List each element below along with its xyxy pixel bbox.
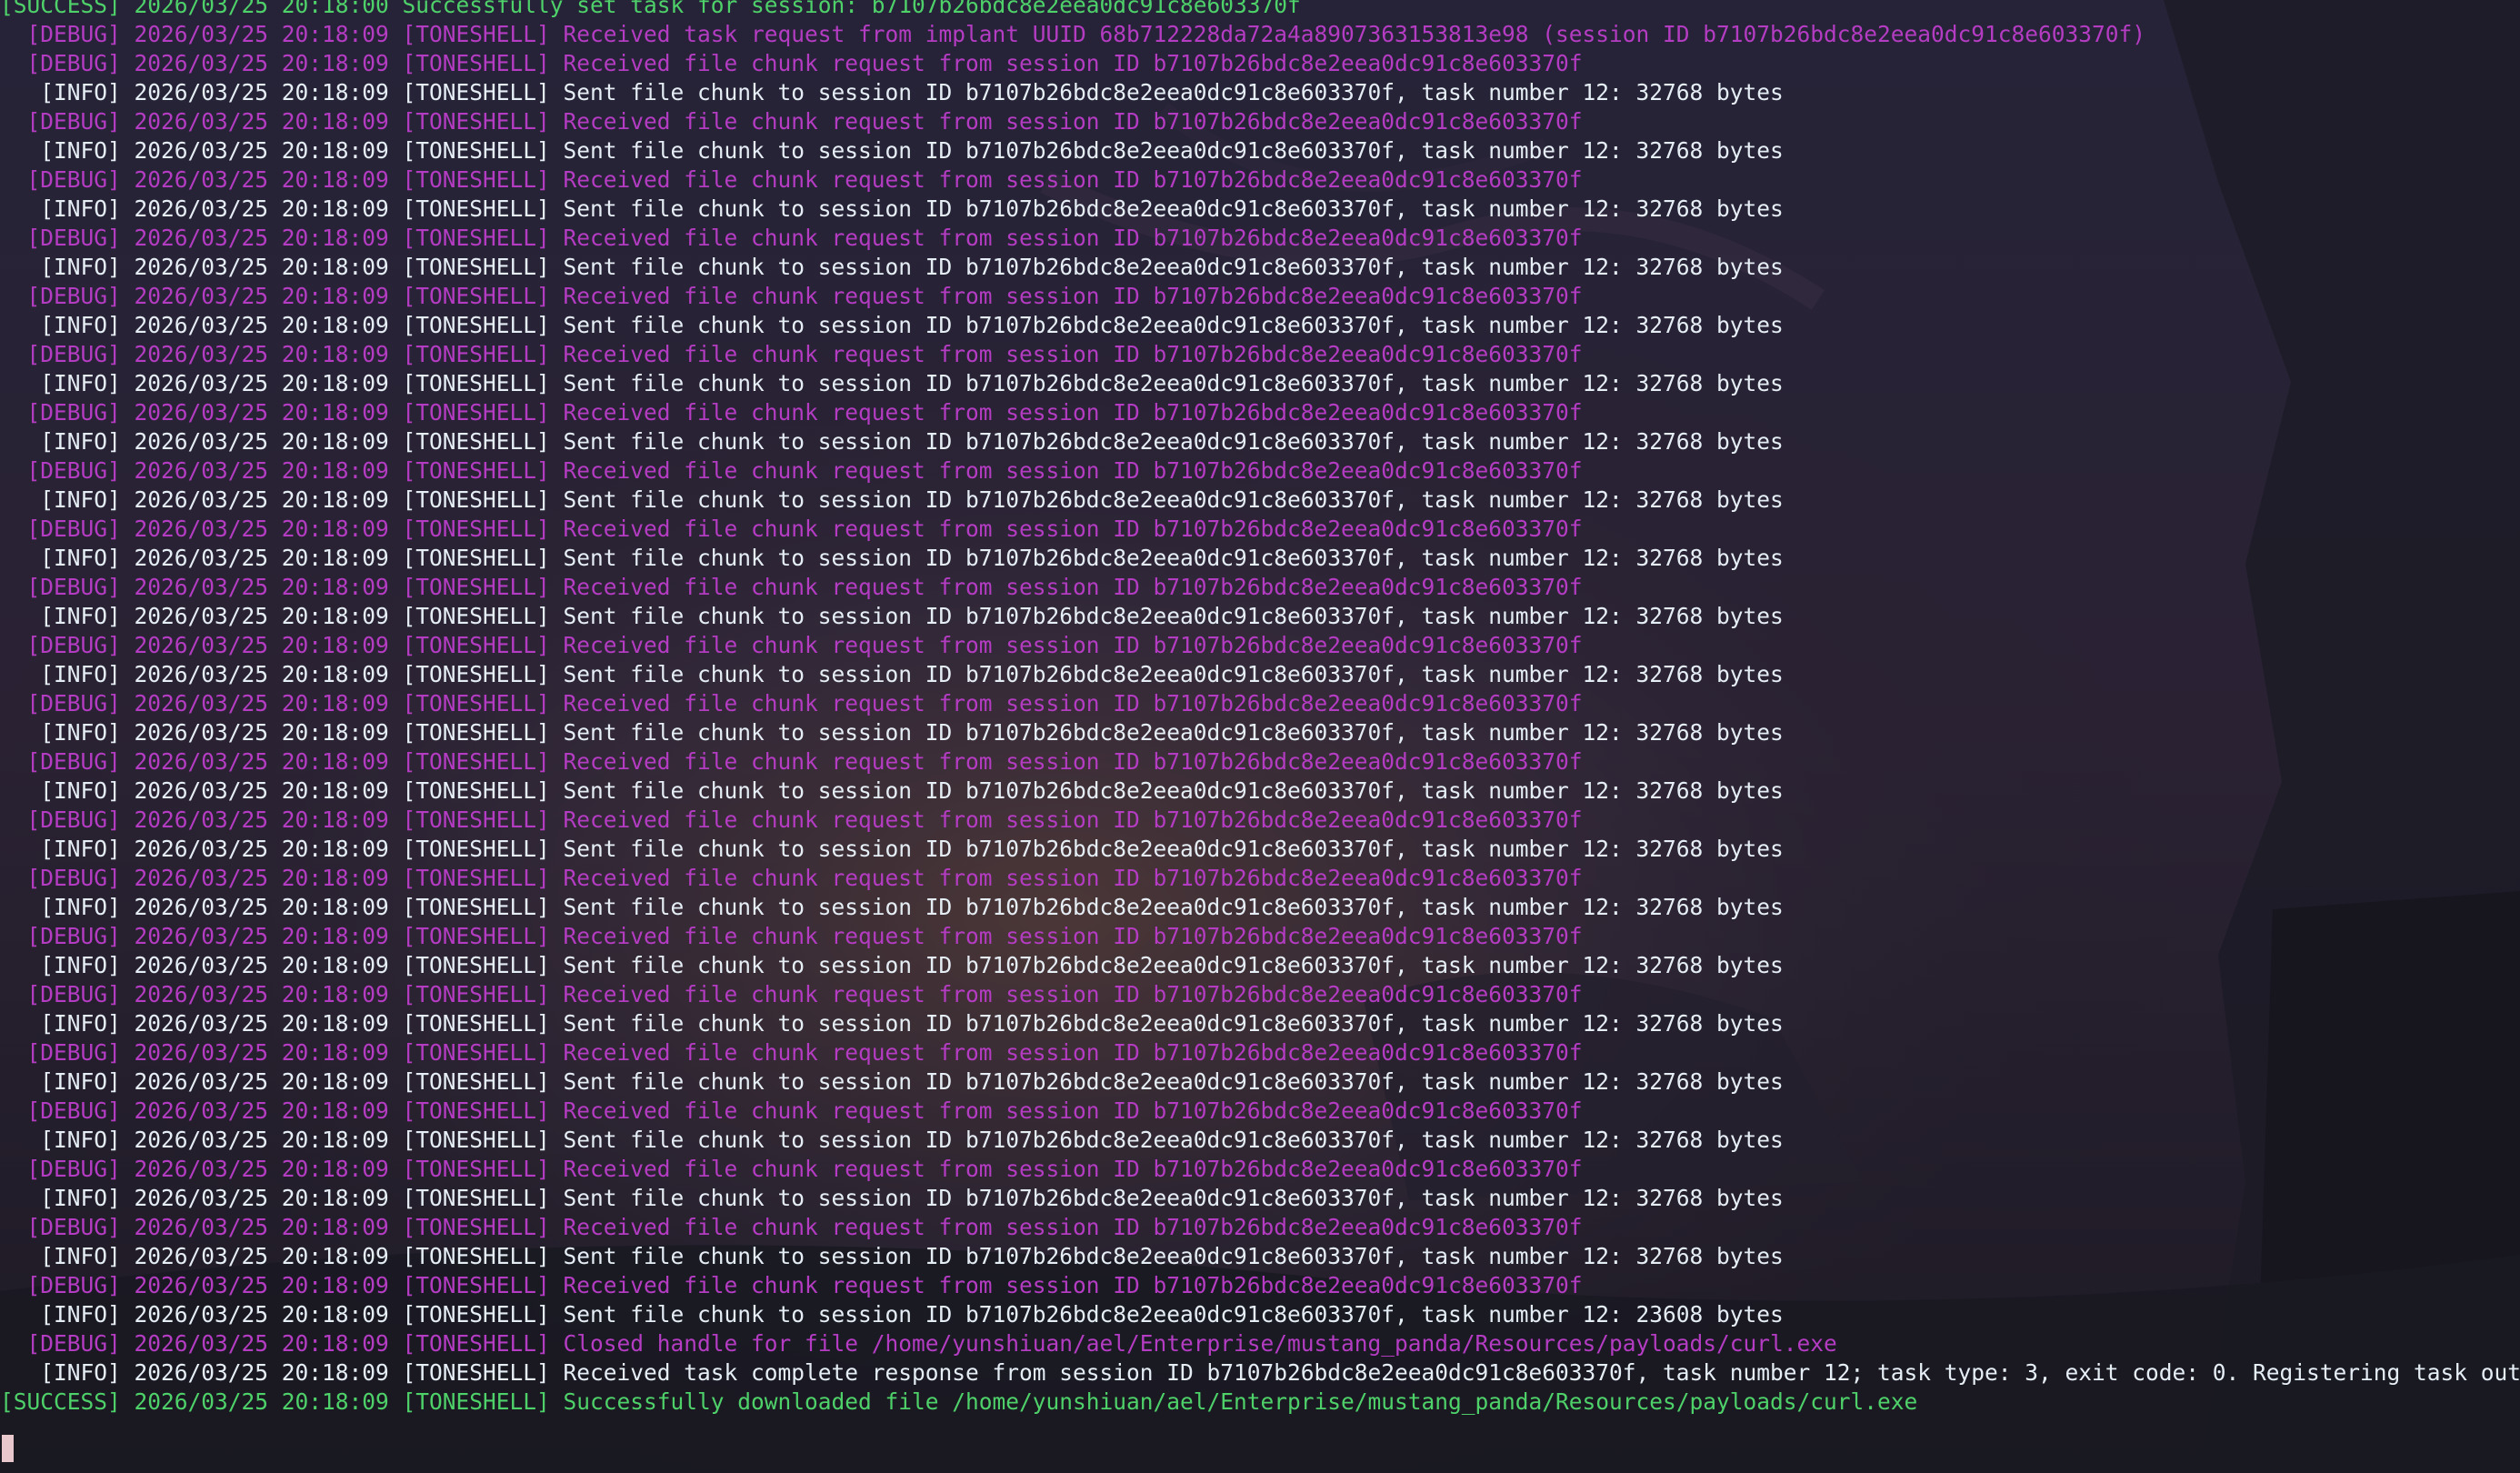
log-line-debug: [DEBUG] 2026/03/25 20:18:09 [TONESHELL] … [0, 981, 1583, 1007]
log-line-info: [INFO] 2026/03/25 20:18:09 [TONESHELL] S… [0, 1301, 1784, 1328]
log-line-debug: [DEBUG] 2026/03/25 20:18:09 [TONESHELL] … [0, 341, 1583, 367]
log-line-debug: [DEBUG] 2026/03/25 20:18:09 [TONESHELL] … [0, 807, 1583, 833]
log-line-debug: [DEBUG] 2026/03/25 20:18:09 [TONESHELL] … [0, 516, 1583, 542]
log-line-info: [INFO] 2026/03/25 20:18:09 [TONESHELL] S… [0, 719, 1784, 746]
log-line-debug: [DEBUG] 2026/03/25 20:18:09 [TONESHELL] … [0, 865, 1583, 891]
log-line-success: [SUCCESS] 2026/03/25 20:18:09 [TONESHELL… [0, 1388, 1918, 1415]
log-line-info: [INFO] 2026/03/25 20:18:09 [TONESHELL] S… [0, 79, 1784, 105]
log-line-info: [INFO] 2026/03/25 20:18:09 [TONESHELL] S… [0, 836, 1784, 862]
log-line-debug: [DEBUG] 2026/03/25 20:18:09 [TONESHELL] … [0, 50, 1583, 76]
log-line-info: [INFO] 2026/03/25 20:18:09 [TONESHELL] S… [0, 603, 1784, 629]
terminal-cursor [2, 1435, 14, 1462]
log-line-info: [INFO] 2026/03/25 20:18:09 [TONESHELL] S… [0, 428, 1784, 455]
log-line-info: [INFO] 2026/03/25 20:18:09 [TONESHELL] S… [0, 894, 1784, 920]
log-line-debug: [DEBUG] 2026/03/25 20:18:09 [TONESHELL] … [0, 1214, 1583, 1240]
log-line-info: [INFO] 2026/03/25 20:18:09 [TONESHELL] S… [0, 1127, 1784, 1153]
log-line-info: [INFO] 2026/03/25 20:18:09 [TONESHELL] S… [0, 1010, 1784, 1037]
log-line-debug: [DEBUG] 2026/03/25 20:18:09 [TONESHELL] … [0, 457, 1583, 484]
log-line-debug: [DEBUG] 2026/03/25 20:18:09 [TONESHELL] … [0, 166, 1583, 193]
log-line-info: [INFO] 2026/03/25 20:18:09 [TONESHELL] S… [0, 312, 1784, 338]
log-line-info: [INFO] 2026/03/25 20:18:09 [TONESHELL] S… [0, 137, 1784, 164]
log-line-info: [INFO] 2026/03/25 20:18:09 [TONESHELL] S… [0, 545, 1784, 571]
log-line-info: [INFO] 2026/03/25 20:18:09 [TONESHELL] S… [0, 254, 1784, 280]
log-line-debug: [DEBUG] 2026/03/25 20:18:09 [TONESHELL] … [0, 108, 1583, 135]
log-line-debug: [DEBUG] 2026/03/25 20:18:09 [TONESHELL] … [0, 690, 1583, 716]
log-line-info: [INFO] 2026/03/25 20:18:09 [TONESHELL] S… [0, 1243, 1784, 1269]
log-line-debug: [DEBUG] 2026/03/25 20:18:09 [TONESHELL] … [0, 1156, 1583, 1182]
log-line-debug: [DEBUG] 2026/03/25 20:18:09 [TONESHELL] … [0, 1039, 1583, 1066]
log-line-debug: [DEBUG] 2026/03/25 20:18:09 [TONESHELL] … [0, 283, 1583, 309]
log-line-info: [INFO] 2026/03/25 20:18:09 [TONESHELL] S… [0, 486, 1784, 513]
log-line-success: [SUCCESS] 2026/03/25 20:18:00 Successful… [0, 0, 1301, 18]
log-line-debug: [DEBUG] 2026/03/25 20:18:09 [TONESHELL] … [0, 399, 1583, 426]
log-line-debug: [DEBUG] 2026/03/25 20:18:09 [TONESHELL] … [0, 574, 1583, 600]
log-line-info: [INFO] 2026/03/25 20:18:09 [TONESHELL] S… [0, 370, 1784, 396]
log-line-debug: [DEBUG] 2026/03/25 20:18:09 [TONESHELL] … [0, 21, 2146, 47]
log-line-info: [INFO] 2026/03/25 20:18:09 [TONESHELL] S… [0, 1068, 1784, 1095]
log-line-info: [INFO] 2026/03/25 20:18:09 [TONESHELL] S… [0, 1185, 1784, 1211]
log-line-info: [INFO] 2026/03/25 20:18:09 [TONESHELL] S… [0, 661, 1784, 687]
log-line-debug: [DEBUG] 2026/03/25 20:18:09 [TONESHELL] … [0, 632, 1583, 658]
log-line-debug: [DEBUG] 2026/03/25 20:18:09 [TONESHELL] … [0, 748, 1583, 775]
log-line-debug: [DEBUG] 2026/03/25 20:18:09 [TONESHELL] … [0, 225, 1583, 251]
terminal-output[interactable]: [SUCCESS] 2026/03/25 20:18:00 Successful… [0, 0, 2520, 1473]
log-line-info: [INFO] 2026/03/25 20:18:09 [TONESHELL] R… [0, 1359, 2520, 1386]
log-line-info: [INFO] 2026/03/25 20:18:09 [TONESHELL] S… [0, 952, 1784, 978]
log-line-info: [INFO] 2026/03/25 20:18:09 [TONESHELL] S… [0, 777, 1784, 804]
log-line-info: [INFO] 2026/03/25 20:18:09 [TONESHELL] S… [0, 195, 1784, 222]
log-line-debug: [DEBUG] 2026/03/25 20:18:09 [TONESHELL] … [0, 1330, 1837, 1357]
log-line-debug: [DEBUG] 2026/03/25 20:18:09 [TONESHELL] … [0, 923, 1583, 949]
log-line-debug: [DEBUG] 2026/03/25 20:18:09 [TONESHELL] … [0, 1272, 1583, 1298]
log-line-debug: [DEBUG] 2026/03/25 20:18:09 [TONESHELL] … [0, 1097, 1583, 1124]
